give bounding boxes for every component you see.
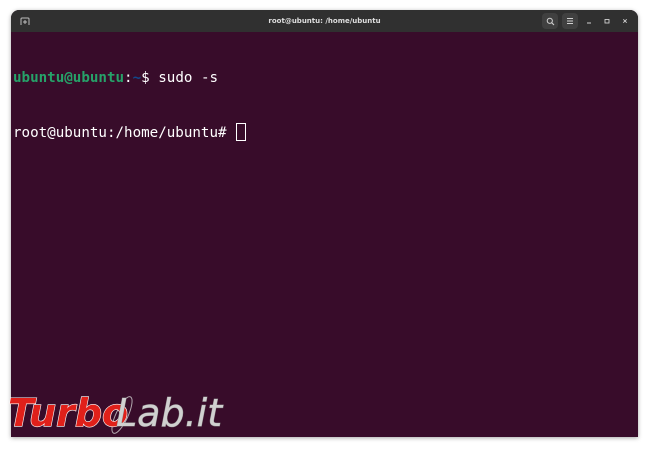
command-text: sudo -s [158, 70, 219, 86]
text-cursor [236, 123, 247, 141]
watermark-turbo-text: Turbo [8, 391, 128, 435]
terminal-line-1: ubuntu@ubuntu:~$ sudo -s [13, 69, 636, 87]
prompt-path: ~ [132, 70, 142, 86]
search-icon [546, 17, 554, 25]
prompt-colon: : [124, 70, 133, 86]
menu-button[interactable] [562, 13, 578, 29]
close-button[interactable] [618, 13, 632, 29]
title-bar[interactable]: root@ubuntu: /home/ubuntu [11, 10, 638, 32]
terminal-window: root@ubuntu: /home/ubuntu ubuntu@ubuntu:… [11, 10, 638, 437]
new-tab-button[interactable] [17, 14, 33, 28]
prompt-symbol: $ [141, 70, 159, 86]
watermark-lab-text: Lab.it [116, 391, 224, 435]
minimize-button[interactable] [582, 13, 596, 29]
maximize-button[interactable] [600, 13, 614, 29]
root-prompt: root@ubuntu:/home/ubuntu# [13, 125, 236, 141]
prompt-user-host: ubuntu@ubuntu [13, 70, 125, 86]
terminal-line-2: root@ubuntu:/home/ubuntu# [13, 123, 636, 141]
close-icon [622, 18, 628, 24]
minimize-icon [587, 22, 591, 24]
new-tab-icon [20, 17, 30, 25]
terminal-output[interactable]: ubuntu@ubuntu:~$ sudo -s root@ubuntu:/ho… [11, 32, 638, 177]
maximize-icon [604, 19, 610, 24]
turbolab-watermark-logo: Turbo Lab.it [7, 390, 224, 435]
search-button[interactable] [542, 13, 558, 29]
hamburger-menu-icon [567, 18, 573, 24]
